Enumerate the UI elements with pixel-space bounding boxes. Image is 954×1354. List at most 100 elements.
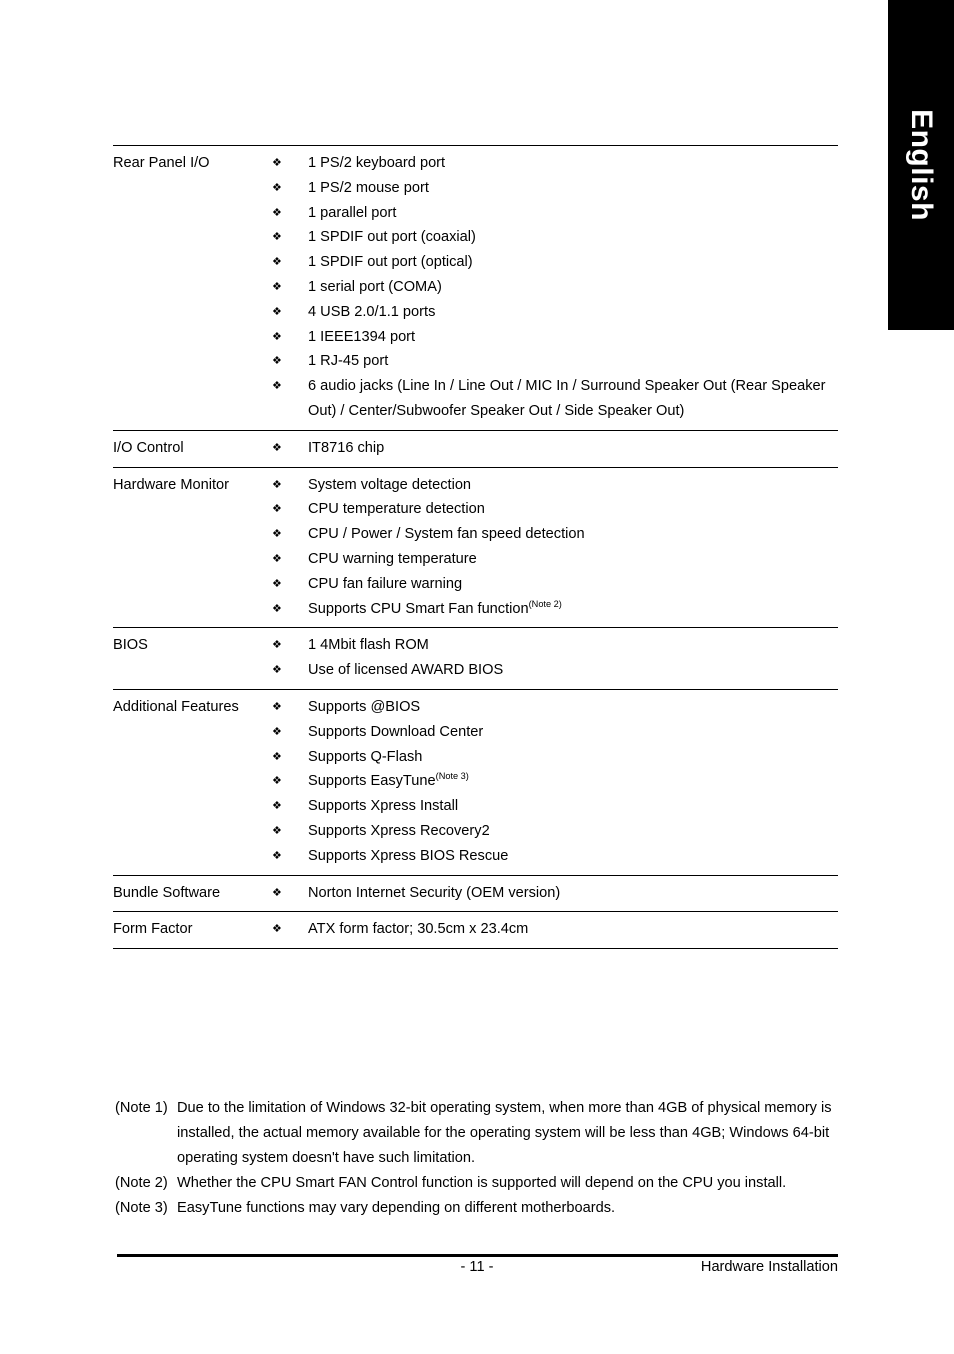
diamond-bullet-icon: ❖ — [272, 206, 282, 219]
spec-category-label: Hardware Monitor — [113, 476, 229, 493]
table-row: BIOS ❖ 1 4Mbit flash ROM ❖ Use of licensed A… — [113, 627, 838, 690]
spec-items-cell: ❖ 1 4Mbit flash ROM ❖ Use of licensed AWARD… — [272, 628, 838, 690]
table-row: Bundle Software ❖ Norton Internet Security… — [113, 875, 838, 912]
list-item: ❖ Supports Xpress Recovery2 — [272, 819, 838, 844]
spec-item-text: 1 serial port (COMA) — [308, 278, 442, 295]
list-item: ❖ 1 SPDIF out port (coaxial) — [272, 225, 838, 250]
diamond-bullet-icon: ❖ — [272, 181, 282, 194]
spec-item-list: ❖ IT8716 chip — [272, 436, 838, 461]
diamond-bullet-icon: ❖ — [272, 380, 282, 393]
spec-item-text: Supports Q-Flash — [308, 748, 423, 765]
spec-items-cell: ❖ ATX form factor; 30.5cm x 23.4cm — [272, 912, 838, 949]
diamond-bullet-icon: ❖ — [272, 157, 282, 169]
list-item: ❖ CPU / Power / System fan speed detectio… — [272, 522, 838, 547]
specification-table-body: Rear Panel I/O ❖ 1 PS/2 keyboard port ❖ 1 PS… — [113, 145, 838, 949]
diamond-bullet-icon: ❖ — [272, 886, 282, 899]
diamond-bullet-icon: ❖ — [272, 800, 282, 813]
spec-item-text: 1 parallel port — [308, 204, 397, 221]
spec-category-label: BIOS — [113, 637, 148, 654]
table-row: Rear Panel I/O ❖ 1 PS/2 keyboard port ❖ 1 PS… — [113, 145, 838, 431]
list-item: ❖ Supports Q-Flash — [272, 745, 838, 770]
list-item: ❖ 1 serial port (COMA) — [272, 275, 838, 300]
diamond-bullet-icon: ❖ — [272, 725, 282, 738]
specification-table: Rear Panel I/O ❖ 1 PS/2 keyboard port ❖ 1 PS… — [113, 145, 838, 949]
list-item: ❖ Supports Download Center — [272, 720, 838, 745]
spec-item-list: ❖ 1 PS/2 keyboard port ❖ 1 PS/2 mouse port ❖… — [272, 151, 838, 424]
spec-items-cell: ❖ System voltage detection ❖ CPU temperatur… — [272, 467, 838, 628]
table-row: Additional Features ❖ Supports @BIOS ❖ Suppo… — [113, 689, 838, 875]
list-item: ❖ Use of licensed AWARD BIOS — [272, 658, 838, 683]
spec-items-cell: ❖ Norton Internet Security (OEM version) — [272, 875, 838, 912]
footnote: (Note 3) EasyTune functions may vary depe… — [115, 1196, 845, 1221]
list-item: ❖ 6 audio jacks (Line In / Line Out / MIC… — [272, 374, 838, 424]
diamond-bullet-icon: ❖ — [272, 231, 282, 244]
spec-category-label: Bundle Software — [113, 884, 221, 901]
spec-item-text: Supports CPU Smart Fan function — [308, 600, 529, 617]
spec-item-text: 1 4Mbit flash ROM — [308, 637, 429, 654]
diamond-bullet-icon: ❖ — [272, 330, 282, 343]
diamond-bullet-icon: ❖ — [272, 577, 282, 590]
list-item: ❖ 1 PS/2 mouse port — [272, 176, 838, 201]
footnote: (Note 1) Due to the limitation of Windows… — [115, 1096, 845, 1171]
spec-item-text: 1 PS/2 mouse port — [308, 179, 429, 196]
diamond-bullet-icon: ❖ — [272, 700, 282, 713]
list-item: ❖ Supports Xpress Install — [272, 794, 838, 819]
footnote-label: (Note 1) — [115, 1100, 168, 1116]
spec-item-text: ATX form factor; 30.5cm x 23.4cm — [308, 921, 529, 938]
diamond-bullet-icon: ❖ — [272, 355, 282, 368]
diamond-bullet-icon: ❖ — [272, 849, 282, 862]
table-row: I/O Control ❖ IT8716 chip — [113, 430, 838, 467]
spec-item-text: 1 PS/2 keyboard port — [308, 155, 446, 171]
spec-item-text: Supports Xpress Install — [308, 798, 459, 815]
spec-item-text: CPU warning temperature — [308, 550, 477, 567]
spec-items-cell: ❖ IT8716 chip — [272, 430, 838, 467]
spec-item-text: 1 SPDIF out port (coaxial) — [308, 229, 476, 246]
spec-items-cell: ❖ 1 PS/2 keyboard port ❖ 1 PS/2 mouse port ❖… — [272, 146, 838, 431]
list-item: ❖ CPU warning temperature — [272, 547, 838, 572]
footnote-reference: (Note 3) — [435, 771, 469, 782]
spec-category-label: Form Factor — [113, 921, 193, 938]
diamond-bullet-icon: ❖ — [272, 441, 282, 454]
spec-item-text: Supports Xpress BIOS Rescue — [308, 847, 509, 864]
diamond-bullet-icon: ❖ — [272, 664, 282, 677]
footer-divider — [117, 1254, 838, 1257]
list-item: ❖ System voltage detection — [272, 473, 838, 498]
diamond-bullet-icon: ❖ — [272, 552, 282, 565]
diamond-bullet-icon: ❖ — [272, 639, 282, 652]
list-item: ❖ 1 RJ-45 port — [272, 349, 838, 374]
spec-item-text: 1 IEEE1394 port — [308, 328, 416, 345]
table-row: Hardware Monitor ❖ System voltage detectio… — [113, 467, 838, 628]
spec-item-text: CPU temperature detection — [308, 501, 485, 518]
list-item: ❖ 1 parallel port — [272, 201, 838, 226]
spec-item-text: 6 audio jacks (Line In / Line Out / MIC … — [308, 378, 826, 419]
spec-item-text: 1 RJ-45 port — [308, 353, 389, 370]
list-item: ❖ 1 4Mbit flash ROM — [272, 633, 838, 658]
footnote-text: Whether the CPU Smart FAN Control functi… — [177, 1175, 787, 1191]
list-item: ❖ Supports @BIOS — [272, 695, 838, 720]
spec-category-label: Additional Features — [113, 698, 239, 715]
spec-item-text: CPU / Power / System fan speed detection — [308, 526, 585, 543]
spec-item-text: Norton Internet Security (OEM version) — [308, 884, 561, 901]
spec-item-list: ❖ ATX form factor; 30.5cm x 23.4cm — [272, 917, 838, 942]
spec-item-text: System voltage detection — [308, 476, 472, 493]
diamond-bullet-icon: ❖ — [272, 256, 282, 269]
spec-item-text: Supports EasyTune — [308, 773, 436, 790]
diamond-bullet-icon: ❖ — [272, 503, 282, 516]
footnote-text: Due to the limitation of Windows 32-bit … — [177, 1100, 832, 1166]
diamond-bullet-icon: ❖ — [272, 478, 282, 491]
spec-item-text: Use of licensed AWARD BIOS — [308, 662, 504, 679]
list-item: ❖ Supports Xpress BIOS Rescue — [272, 844, 838, 869]
language-tab: English — [888, 0, 954, 330]
list-item: ❖ 1 IEEE1394 port — [272, 325, 838, 350]
spec-item-text: Supports Download Center — [308, 723, 484, 740]
diamond-bullet-icon: ❖ — [272, 750, 282, 763]
footnote-label: (Note 3) — [115, 1200, 168, 1216]
footer-section-title: Hardware Installation — [700, 1259, 838, 1275]
spec-category-label: I/O Control — [113, 439, 184, 456]
footnote-reference: (Note 2) — [528, 598, 562, 609]
spec-category-label: Rear Panel I/O — [113, 155, 210, 171]
spec-item-text: CPU fan failure warning — [308, 575, 463, 592]
language-tab-label: English — [905, 109, 938, 221]
list-item: ❖ 1 PS/2 keyboard port — [272, 151, 838, 176]
spec-item-list: ❖ Norton Internet Security (OEM version) — [272, 881, 838, 906]
